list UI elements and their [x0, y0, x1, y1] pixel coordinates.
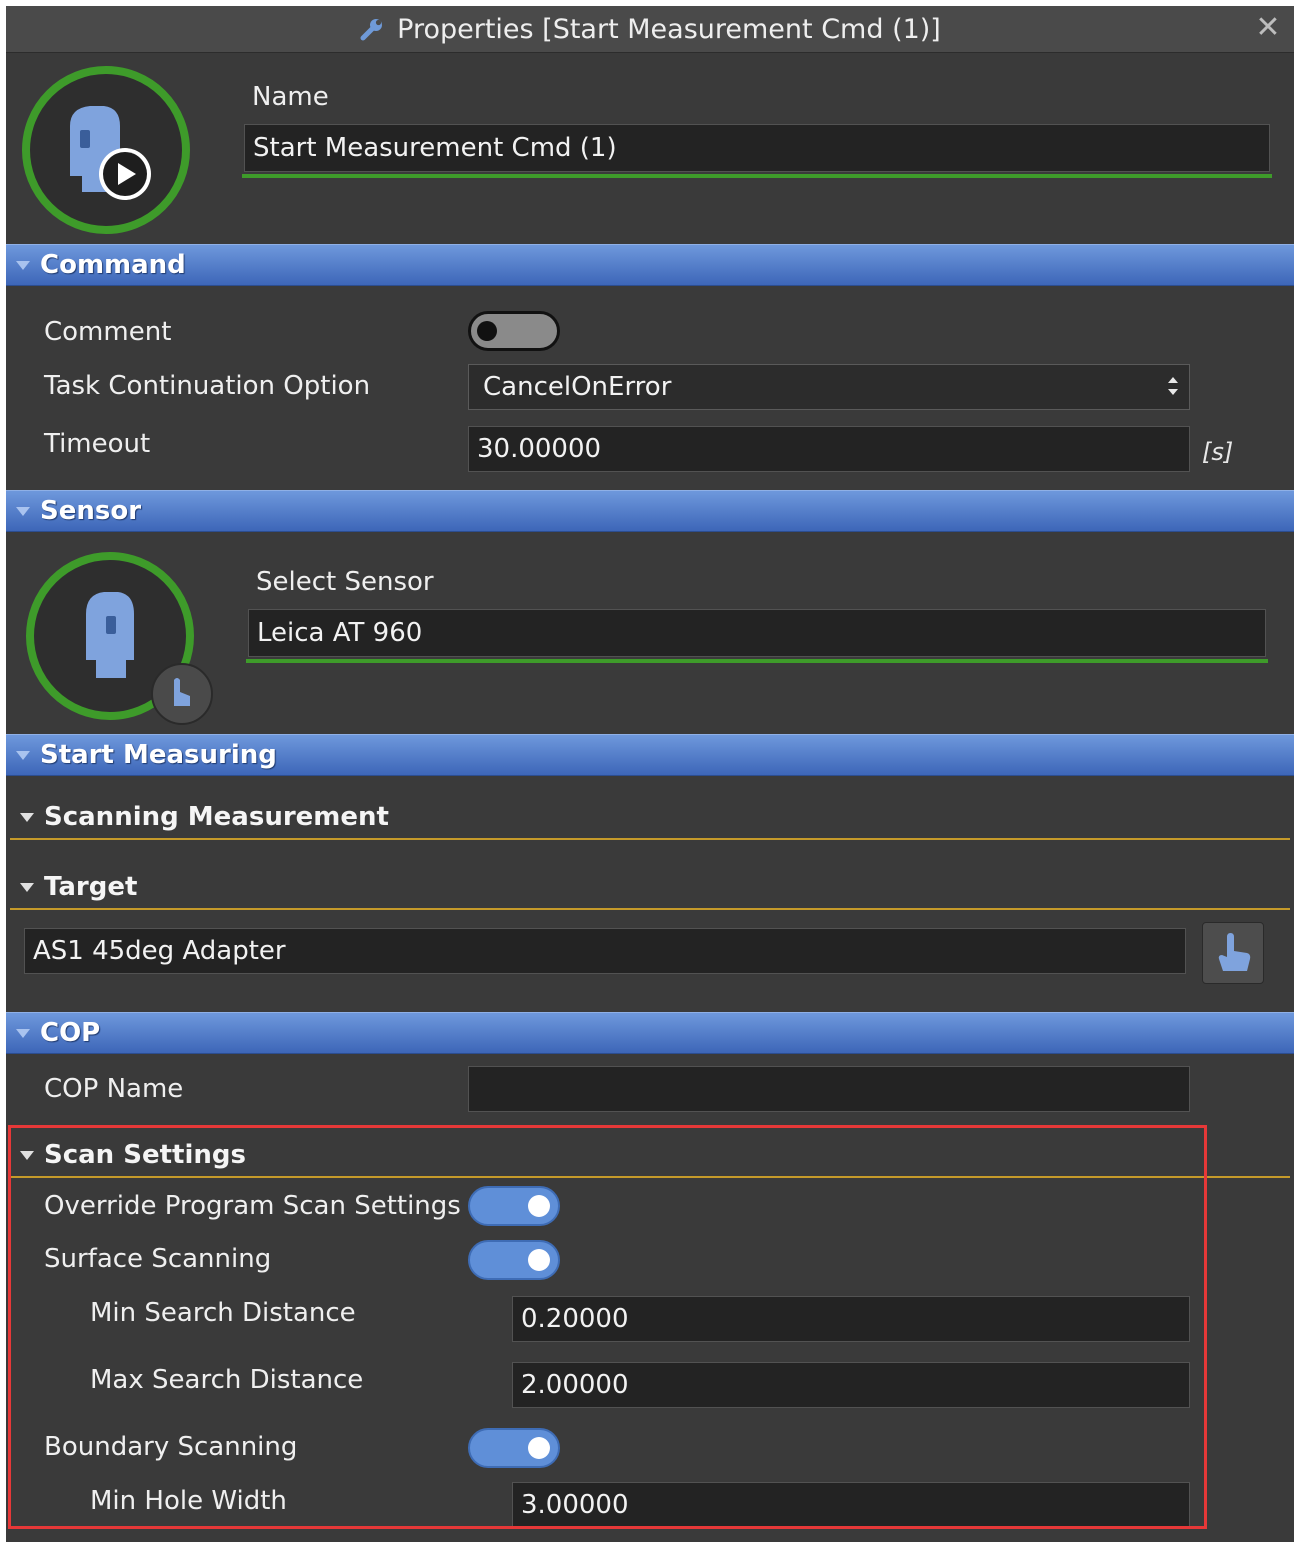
max-search-distance-label: Max Search Distance [90, 1365, 364, 1395]
subsection-title: Target [44, 872, 138, 902]
subsection-target[interactable]: Target [10, 866, 1290, 910]
section-cop[interactable]: COP [6, 1012, 1294, 1054]
cop-name-label: COP Name [44, 1074, 184, 1104]
pointer-hand-icon [1218, 933, 1251, 971]
task-continuation-select[interactable]: CancelOnError [468, 364, 1190, 410]
name-valid-indicator [242, 174, 1272, 178]
surface-scanning-toggle[interactable] [468, 1240, 560, 1280]
surface-scanning-label: Surface Scanning [44, 1244, 272, 1274]
select-arrows-icon [1168, 377, 1178, 395]
timeout-unit: [s] [1202, 438, 1234, 466]
boundary-scanning-toggle[interactable] [468, 1428, 560, 1468]
section-title: COP [40, 1018, 101, 1048]
subsection-scan-settings[interactable]: Scan Settings [10, 1134, 1290, 1178]
select-sensor-field[interactable]: Leica AT 960 [248, 609, 1266, 657]
subsection-scanning-measurement[interactable]: Scanning Measurement [10, 796, 1290, 840]
toggle-knob [477, 321, 497, 341]
command-icon [20, 64, 192, 236]
close-icon[interactable]: ✕ [1252, 12, 1284, 44]
select-sensor-label: Select Sensor [256, 567, 434, 597]
subsection-title: Scan Settings [44, 1140, 246, 1170]
wrench-icon [359, 16, 385, 42]
window-title: Properties [Start Measurement Cmd (1)] [397, 13, 941, 45]
collapse-triangle-icon [16, 506, 30, 516]
collapse-triangle-icon [20, 1150, 34, 1160]
pick-target-button[interactable] [1202, 922, 1264, 984]
comment-toggle[interactable] [468, 311, 560, 351]
section-title: Command [40, 250, 186, 280]
min-search-distance-input[interactable]: 0.20000 [512, 1296, 1190, 1342]
section-title: Sensor [40, 496, 142, 526]
name-label: Name [252, 82, 329, 112]
override-scan-settings-label: Override Program Scan Settings [44, 1191, 461, 1221]
collapse-triangle-icon [20, 882, 34, 892]
select-value: CancelOnError [483, 372, 672, 402]
cop-name-input[interactable] [468, 1066, 1190, 1112]
task-continuation-label: Task Continuation Option [44, 371, 371, 401]
collapse-triangle-icon [16, 1028, 30, 1038]
override-scan-settings-toggle[interactable] [468, 1186, 560, 1226]
toggle-knob [528, 1437, 550, 1459]
boundary-scanning-label: Boundary Scanning [44, 1432, 298, 1462]
section-start-measuring[interactable]: Start Measuring [6, 734, 1294, 776]
timeout-label: Timeout [44, 429, 151, 459]
subsection-title: Scanning Measurement [44, 802, 389, 832]
laser-tracker-icon [24, 550, 220, 730]
min-hole-width-input[interactable]: 3.00000 [512, 1482, 1190, 1528]
toggle-knob [528, 1195, 550, 1217]
section-command[interactable]: Command [6, 244, 1294, 286]
collapse-triangle-icon [16, 260, 30, 270]
target-field[interactable]: AS1 45deg Adapter [24, 928, 1186, 974]
min-hole-width-label: Min Hole Width [90, 1486, 287, 1516]
section-sensor[interactable]: Sensor [6, 490, 1294, 532]
name-field[interactable]: Start Measurement Cmd (1) [244, 124, 1270, 172]
title-bar: Properties [Start Measurement Cmd (1)] ✕ [6, 6, 1294, 53]
sensor-valid-indicator [246, 659, 1268, 663]
collapse-triangle-icon [16, 750, 30, 760]
collapse-triangle-icon [20, 812, 34, 822]
comment-label: Comment [44, 317, 172, 347]
timeout-input[interactable]: 30.00000 [468, 426, 1190, 472]
section-title: Start Measuring [40, 740, 277, 770]
toggle-knob [528, 1249, 550, 1271]
properties-panel: Properties [Start Measurement Cmd (1)] ✕… [6, 6, 1294, 1542]
max-search-distance-input[interactable]: 2.00000 [512, 1362, 1190, 1408]
min-search-distance-label: Min Search Distance [90, 1298, 356, 1328]
